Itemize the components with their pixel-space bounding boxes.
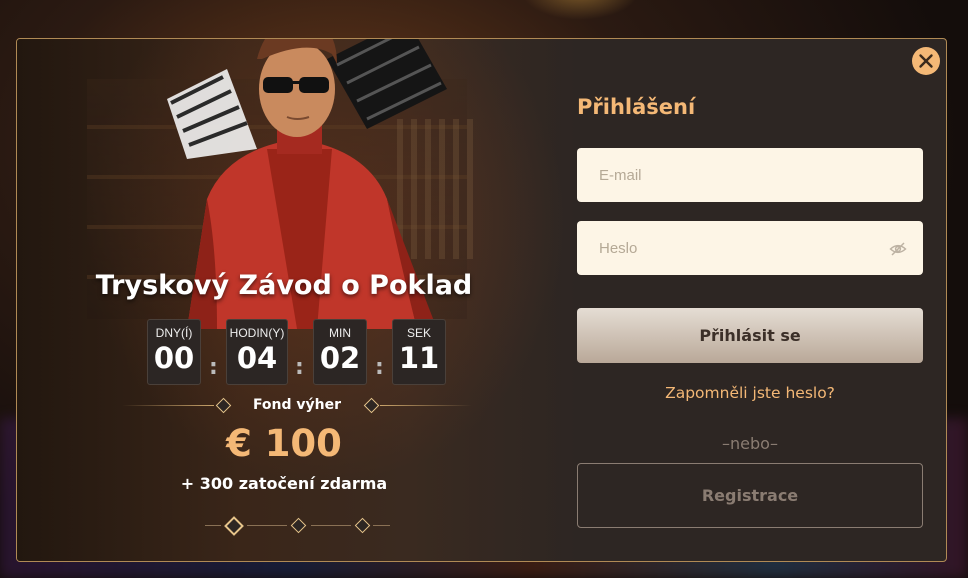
promo-panel: Tryskový Závod o Poklad DNY(Í) 00 : HODI…: [17, 39, 577, 561]
or-divider: –nebo–: [722, 434, 778, 453]
diamond-ornament-icon: [224, 516, 244, 536]
forgot-password-link[interactable]: Zapomněli jste heslo?: [577, 384, 923, 402]
countdown-minutes-label: MIN: [329, 326, 351, 340]
close-icon: [919, 54, 933, 68]
divider-line: [205, 525, 221, 526]
password-input[interactable]: [577, 221, 923, 275]
decorative-ornament-row: [205, 515, 390, 536]
countdown-days-value: 00: [153, 341, 195, 375]
login-modal: Tryskový Závod o Poklad DNY(Í) 00 : HODI…: [16, 38, 947, 562]
countdown-hours-label: HODIN(Y): [229, 326, 285, 340]
countdown-hours-value: 04: [236, 341, 278, 375]
countdown-hours: HODIN(Y) 04: [226, 319, 288, 385]
free-spins-bonus: + 300 zatočení zdarma: [180, 474, 388, 493]
countdown-seconds: SEK 11: [392, 319, 446, 385]
promo-title: Tryskový Závod o Poklad: [95, 270, 473, 301]
countdown-days: DNY(Í) 00: [147, 319, 201, 385]
prize-fund-row: Fond výher: [122, 395, 472, 415]
diamond-ornament-icon: [290, 517, 307, 534]
register-button[interactable]: Registrace: [577, 463, 923, 528]
close-button[interactable]: [912, 47, 940, 75]
prize-fund-label: Fond výher: [252, 397, 342, 413]
prize-amount: € 100: [226, 422, 342, 465]
countdown-timer: DNY(Í) 00 : HODIN(Y) 04 : MIN 02 : SEK 1…: [147, 319, 447, 389]
background-light: [520, 0, 640, 20]
login-button[interactable]: Přihlásit se: [577, 308, 923, 363]
login-title: Přihlášení: [577, 95, 696, 119]
eye-off-icon[interactable]: [889, 240, 907, 258]
countdown-seconds-value: 11: [398, 341, 440, 375]
countdown-days-label: DNY(Í): [155, 326, 193, 340]
divider-line: [311, 525, 351, 526]
countdown-minutes: MIN 02: [313, 319, 367, 385]
countdown-separator: :: [209, 355, 218, 380]
diamond-ornament-icon: [354, 517, 371, 534]
countdown-minutes-value: 02: [319, 341, 361, 375]
login-form: Přihlášení Přihlásit se Zapomněli jste h…: [577, 39, 946, 561]
email-input[interactable]: [577, 148, 923, 202]
divider-line: [373, 525, 390, 526]
countdown-separator: :: [375, 355, 384, 380]
countdown-separator: :: [295, 355, 304, 380]
divider-line: [247, 525, 287, 526]
countdown-seconds-label: SEK: [406, 326, 431, 340]
